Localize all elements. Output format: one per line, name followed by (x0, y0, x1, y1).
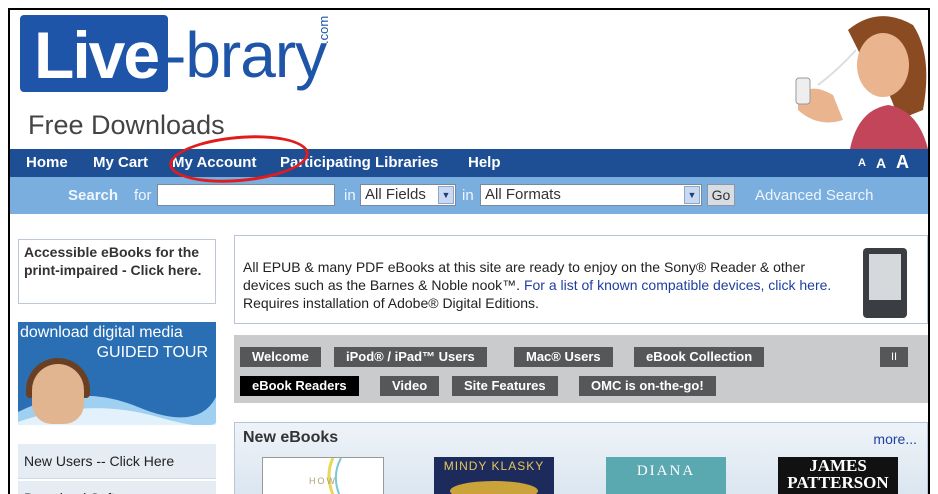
advanced-search-link[interactable]: Advanced Search (755, 187, 873, 204)
search-input[interactable] (157, 184, 335, 206)
font-size-large[interactable]: A (896, 152, 909, 173)
logo-badge[interactable]: Live (20, 15, 168, 92)
info-text: All EPUB & many PDF eBooks at this site … (243, 258, 853, 312)
tour-person-photo (32, 364, 84, 424)
tour-title: download digital media (20, 324, 183, 341)
header-photo-woman (738, 10, 928, 149)
book-title: JAMES PATTERSON (787, 456, 889, 492)
book-cover[interactable]: HOW (262, 457, 384, 494)
tab-ipod-ipad-users[interactable]: iPod® / iPad™ Users (334, 347, 487, 367)
font-size-small[interactable]: A (858, 157, 866, 169)
info-panel: All EPUB & many PDF eBooks at this site … (234, 235, 928, 324)
logo-com-text: .com (316, 15, 331, 44)
book-ornament (450, 481, 538, 494)
browser-page: Live -brary .com Free Downloads Home My … (8, 8, 930, 494)
new-users-link[interactable]: New Users -- Click Here (18, 444, 216, 479)
nav-help[interactable]: Help (468, 154, 501, 171)
ereader-device-icon (863, 248, 907, 318)
field-select[interactable]: All Fields ▼ (360, 184, 456, 206)
search-bar: Search for in All Fields ▼ in All Format… (10, 177, 928, 214)
book-title: MINDY KLASKY (443, 459, 545, 473)
tab-ebook-readers[interactable]: eBook Readers (240, 376, 359, 396)
ereader-screen (869, 254, 901, 300)
field-select-value: All Fields (365, 186, 426, 203)
tab-omc-on-the-go[interactable]: OMC is on-the-go! (579, 376, 716, 396)
nav-home[interactable]: Home (26, 154, 68, 171)
format-select-value: All Formats (485, 186, 561, 203)
tab-site-features[interactable]: Site Features (452, 376, 558, 396)
feature-tabs: Welcome iPod® / iPad™ Users Mac® Users e… (234, 335, 928, 403)
logo-brary-text: -brary (165, 19, 327, 91)
new-ebooks-title: New eBooks (243, 429, 339, 446)
book-cover[interactable]: JAMES PATTERSON (778, 457, 898, 494)
tagline: Free Downloads (28, 110, 225, 140)
search-in-label-1: in (344, 187, 356, 204)
logo-live-text: Live (34, 18, 160, 92)
search-label: Search (68, 187, 119, 204)
tab-welcome[interactable]: Welcome (240, 347, 321, 367)
chevron-down-icon: ▼ (438, 186, 454, 204)
compatible-devices-link[interactable]: For a list of known compatible devices, … (524, 277, 831, 293)
tour-subtitle: GUIDED TOUR (96, 344, 208, 361)
book-cover[interactable]: MINDY KLASKY (434, 457, 554, 494)
book-cover[interactable]: DIANA (606, 457, 726, 494)
book-title: DIANA (636, 463, 696, 479)
info-text-requirement: Requires installation of Adobe® Digital … (243, 295, 539, 311)
guided-tour-banner[interactable]: download digital media GUIDED TOUR (18, 322, 216, 425)
chevron-down-icon: ▼ (684, 186, 700, 204)
main-nav: Home My Cart My Account Participating Li… (10, 149, 928, 177)
nav-my-cart[interactable]: My Cart (93, 154, 148, 171)
more-link[interactable]: more... (873, 431, 917, 447)
tab-video[interactable]: Video (380, 376, 440, 396)
pause-icon[interactable]: II (880, 347, 908, 367)
format-select[interactable]: All Formats ▼ (480, 184, 702, 206)
tab-ebook-collection[interactable]: eBook Collection (634, 347, 765, 367)
tab-mac-users[interactable]: Mac® Users (514, 347, 613, 367)
search-for-label: for (134, 187, 152, 204)
download-software-link[interactable]: Download Software (18, 481, 216, 494)
accessible-ebooks-link[interactable]: Accessible eBooks for the print-impaired… (18, 239, 216, 304)
book-title: HOW (309, 476, 337, 486)
font-size-medium[interactable]: A (876, 155, 886, 171)
search-in-label-2: in (462, 187, 474, 204)
go-button[interactable]: Go (707, 184, 735, 206)
new-ebooks-panel: New eBooks more... HOW MINDY KLASKY DIAN… (234, 422, 928, 494)
